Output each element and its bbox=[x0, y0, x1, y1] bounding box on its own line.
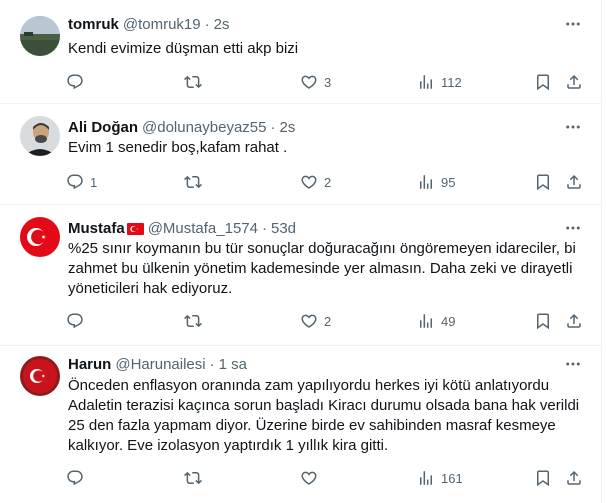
tweet[interactable]: Mustafa @Mustafa_1574 · 53d %25 sınır ko… bbox=[0, 205, 602, 346]
like-icon bbox=[300, 73, 318, 91]
reply-button[interactable] bbox=[66, 311, 90, 331]
like-button[interactable] bbox=[300, 468, 324, 488]
bookmark-icon[interactable] bbox=[534, 72, 552, 92]
bookmark-icon[interactable] bbox=[534, 172, 552, 192]
retweet-icon bbox=[184, 173, 202, 191]
timestamp[interactable]: 53d bbox=[271, 220, 296, 237]
views-button[interactable]: 49 bbox=[417, 311, 455, 331]
tweet[interactable]: tomruk @tomruk19 · 2s Kendi evimize düşm… bbox=[0, 0, 602, 104]
retweet-button[interactable] bbox=[184, 72, 208, 92]
like-count: 2 bbox=[324, 174, 332, 190]
user-name[interactable]: Harun bbox=[68, 356, 111, 373]
views-icon bbox=[417, 173, 435, 191]
tweet-text: Evim 1 senedir boş,kafam rahat . bbox=[68, 139, 288, 156]
timeline: tomruk @tomruk19 · 2s Kendi evimize düşm… bbox=[0, 0, 602, 503]
tweet-text: Kendi evimize düşman etti akp bizi bbox=[68, 40, 299, 57]
bookmark-icon[interactable] bbox=[534, 311, 552, 331]
retweet-button[interactable] bbox=[184, 311, 208, 331]
more-icon[interactable] bbox=[563, 218, 583, 238]
bookmark-icon[interactable] bbox=[534, 468, 552, 488]
like-count: 3 bbox=[324, 74, 332, 90]
tweet-text: Önceden enflasyon oranında zam yapılıyor… bbox=[68, 377, 580, 454]
avatar[interactable] bbox=[20, 356, 60, 396]
like-icon bbox=[300, 312, 318, 330]
views-button[interactable]: 95 bbox=[417, 172, 455, 192]
retweet-icon bbox=[184, 312, 202, 330]
views-count: 161 bbox=[441, 470, 463, 486]
user-handle[interactable]: @tomruk19 bbox=[123, 16, 201, 33]
more-icon[interactable] bbox=[563, 354, 583, 374]
tweet[interactable]: Harun @Harunailesi · 1 sa Önceden enflas… bbox=[0, 346, 602, 503]
like-button[interactable]: 3 bbox=[300, 72, 331, 92]
like-button[interactable]: 2 bbox=[300, 311, 331, 331]
views-icon bbox=[417, 73, 435, 91]
views-icon bbox=[417, 469, 435, 487]
share-icon[interactable] bbox=[565, 311, 583, 331]
timestamp[interactable]: 2s bbox=[214, 16, 230, 33]
retweet-button[interactable] bbox=[184, 468, 208, 488]
share-icon[interactable] bbox=[565, 468, 583, 488]
retweet-button[interactable] bbox=[184, 172, 208, 192]
views-count: 49 bbox=[441, 313, 456, 329]
views-button[interactable]: 161 bbox=[417, 468, 463, 488]
more-icon[interactable] bbox=[563, 14, 583, 34]
reply-button[interactable]: 1 bbox=[66, 172, 97, 192]
views-count: 95 bbox=[441, 174, 456, 190]
user-handle[interactable]: @Harunailesi bbox=[115, 356, 205, 373]
like-icon bbox=[300, 173, 318, 191]
reply-icon bbox=[66, 173, 84, 191]
retweet-icon bbox=[184, 73, 202, 91]
turkish-flag-icon bbox=[126, 222, 144, 235]
share-icon[interactable] bbox=[565, 172, 583, 192]
reply-count: 1 bbox=[90, 174, 98, 190]
user-name[interactable]: Ali Doğan bbox=[68, 119, 138, 136]
user-handle[interactable]: @Mustafa_1574 bbox=[148, 220, 258, 237]
avatar[interactable] bbox=[20, 116, 60, 156]
like-icon bbox=[300, 469, 318, 487]
timestamp[interactable]: 2s bbox=[279, 119, 295, 136]
reply-icon bbox=[66, 469, 84, 487]
avatar[interactable] bbox=[20, 16, 60, 56]
timestamp[interactable]: 1 sa bbox=[219, 356, 247, 373]
reply-icon bbox=[66, 312, 84, 330]
retweet-icon bbox=[184, 469, 202, 487]
more-icon[interactable] bbox=[563, 117, 583, 137]
reply-button[interactable] bbox=[66, 72, 90, 92]
share-icon[interactable] bbox=[565, 72, 583, 92]
like-button[interactable]: 2 bbox=[300, 172, 331, 192]
views-icon bbox=[417, 312, 435, 330]
reply-icon bbox=[66, 73, 84, 91]
like-count: 2 bbox=[324, 313, 332, 329]
user-handle[interactable]: @dolunaybeyaz55 bbox=[142, 119, 266, 136]
user-name[interactable]: tomruk bbox=[68, 16, 119, 33]
views-count: 112 bbox=[441, 74, 462, 90]
tweet[interactable]: Ali Doğan @dolunaybeyaz55 · 2s Evim 1 se… bbox=[0, 104, 602, 205]
user-name[interactable]: Mustafa bbox=[68, 220, 125, 237]
avatar[interactable] bbox=[20, 217, 60, 257]
tweet-text: %25 sınır koymanın bu tür sonuçlar doğur… bbox=[68, 240, 576, 297]
reply-button[interactable] bbox=[66, 468, 90, 488]
views-button[interactable]: 112 bbox=[417, 72, 462, 92]
